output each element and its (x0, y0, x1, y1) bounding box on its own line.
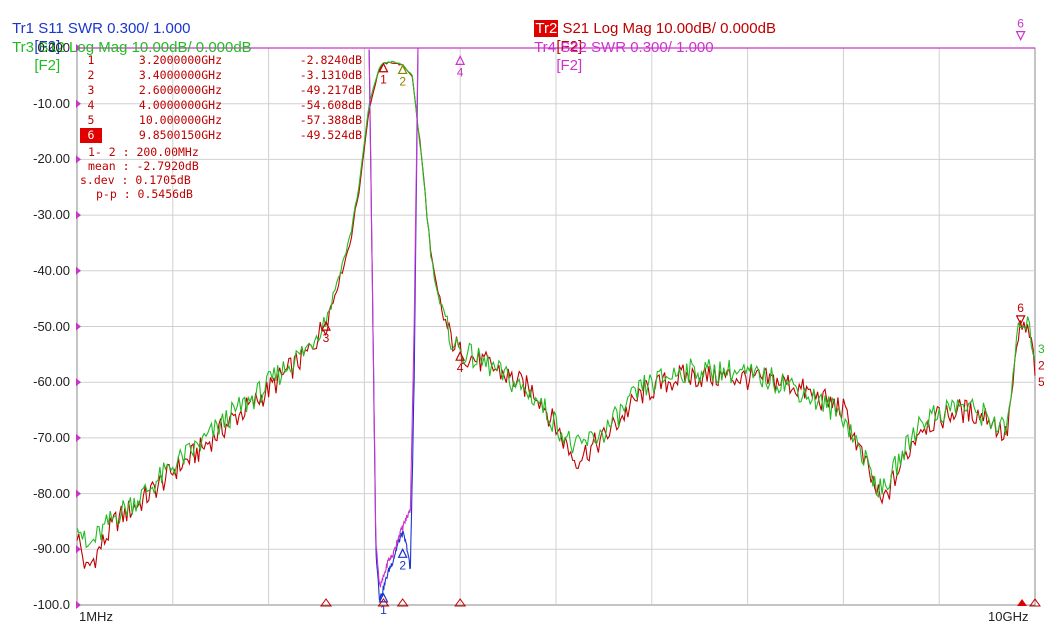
y-tick-label: -50.00 (33, 318, 70, 334)
x-start-label: 1MHz (79, 609, 113, 624)
reference-level-tick (76, 601, 81, 609)
marker-frequency: 2.6000000GHz (138, 83, 222, 97)
marker-row[interactable]: 5 10.000000GHz -57.388dB (80, 113, 362, 128)
y-tick-label: -10.00 (33, 95, 70, 111)
marker-2-label: 2 (399, 558, 406, 572)
trace-4-fkey: [F2] (556, 57, 583, 74)
edge-label: 2 (1038, 358, 1044, 372)
marker-row[interactable]: 6 9.8500150GHz -49.524dB (80, 128, 362, 143)
y-tick-label: -90.00 (33, 541, 70, 557)
marker-2-label: 2 (399, 74, 406, 88)
reference-level-tick (76, 266, 81, 275)
edge-label: 5 (1038, 375, 1044, 389)
marker-value: -2.8240dB (299, 53, 362, 67)
axis-marker-active-tick (1017, 599, 1027, 606)
stat-sdev: s.dev : 0.1705dB (80, 173, 191, 187)
marker-1-label: 1 (380, 73, 387, 87)
marker-value: -49.524dB (299, 128, 362, 142)
trace-s11 (368, 47, 419, 603)
marker-statistics: 1- 2 : 200.00MHz mean : -2.7920dB s.dev … (80, 145, 199, 201)
y-tick-label: -30.00 (33, 207, 70, 223)
marker-frequency: 4.0000000GHz (138, 98, 222, 112)
edge-label: 3 (1038, 342, 1044, 356)
stat-span: 1- 2 : 200.00MHz (88, 145, 199, 159)
stat-mean: mean : -2.7920dB (88, 159, 199, 173)
y-tick-label: -70.00 (33, 429, 70, 445)
marker-value: -54.608dB (299, 98, 362, 112)
stat-pp: p-p : 0.5456dB (96, 187, 193, 201)
trace-s22 (368, 47, 419, 589)
marker-6-label: 6 (1017, 301, 1024, 315)
trace-4-label[interactable]: Tr4 S22 SWR 0.300/ 1.000 [F2] (526, 21, 714, 75)
marker-value: -3.1310dB (299, 68, 362, 82)
marker-frequency: 10.000000GHz (138, 113, 222, 127)
reference-level-tick (76, 489, 81, 498)
marker-table: 1 3.2000000GHz -2.8240dB 2 3.4000000GHz -3.13… (80, 53, 362, 143)
marker-row[interactable]: 2 3.4000000GHz -3.1310dB (80, 68, 362, 83)
marker-number: 6 (80, 128, 102, 143)
marker-1-label: 1 (380, 603, 387, 617)
trace-4-text: Tr4 S22 SWR 0.300/ 1.000 (534, 39, 714, 56)
marker-3-label: 3 (323, 331, 330, 345)
reference-level-tick (76, 322, 81, 331)
marker-6-label: 6 (1017, 17, 1024, 31)
marker-row[interactable]: 3 2.6000000GHz -49.217dB (80, 83, 362, 98)
marker-2-triangle (397, 64, 408, 75)
x-stop-label: 10GHz (988, 609, 1029, 624)
marker-6-triangle (1015, 31, 1026, 41)
y-tick-label: -60.00 (33, 374, 70, 390)
y-tick-label: -80.00 (33, 485, 70, 501)
y-tick-label: 0.000 (37, 40, 70, 55)
marker-2-triangle (397, 547, 408, 558)
marker-frequency: 3.4000000GHz (138, 68, 222, 82)
marker-row[interactable]: 1 3.2000000GHz -2.8240dB (80, 53, 362, 68)
marker-number: 4 (87, 98, 95, 112)
marker-value: -57.388dB (299, 113, 362, 127)
marker-4-label: 4 (457, 65, 464, 79)
marker-number: 3 (87, 83, 95, 97)
reference-level-tick (76, 211, 81, 220)
marker-4-label: 4 (457, 361, 464, 375)
y-tick-label: -40.00 (33, 262, 70, 278)
y-tick-label: -100.0 (33, 597, 70, 612)
marker-frequency: 3.2000000GHz (138, 53, 222, 67)
marker-row[interactable]: 4 4.0000000GHz -54.608dB (80, 98, 362, 113)
marker-frequency: 9.8500150GHz (138, 128, 222, 142)
y-tick-label: -20.00 (33, 151, 70, 167)
marker-number: 1 (87, 53, 95, 67)
marker-number: 5 (87, 113, 95, 127)
marker-number: 2 (87, 68, 95, 82)
reference-level-tick (76, 378, 81, 387)
marker-value: -49.217dB (299, 83, 362, 97)
trace-3-fkey: [F2] (34, 57, 61, 74)
reference-level-tick (76, 433, 81, 442)
